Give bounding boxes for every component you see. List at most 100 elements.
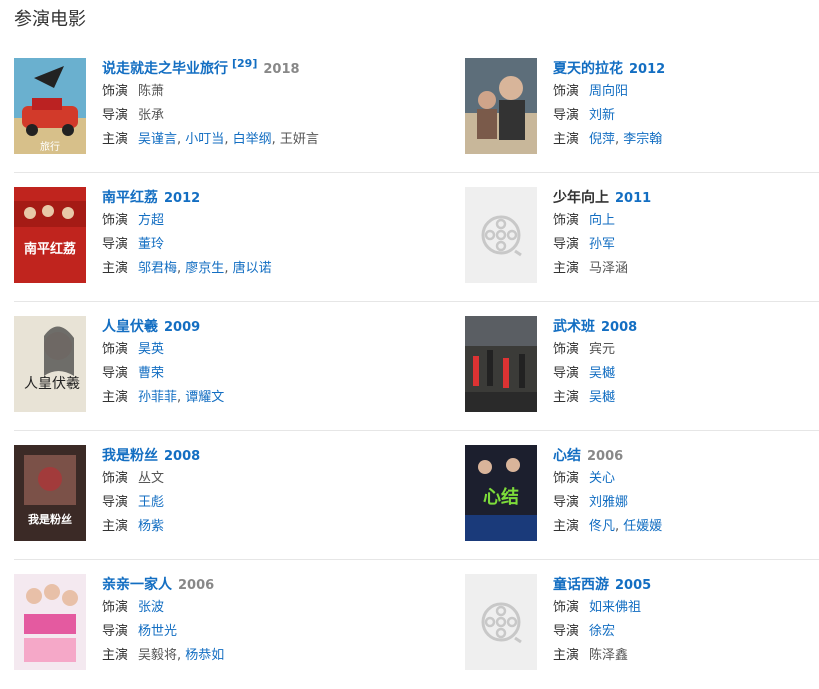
film-year[interactable]: 2008 [164, 449, 200, 464]
stars-value[interactable]: 杨恭如 [185, 648, 224, 663]
stars: 主演 马泽涵 [553, 257, 819, 281]
film-title[interactable]: 亲亲一家人 [102, 577, 172, 593]
film-title-line: 童话西游 2005 [553, 574, 819, 596]
stars-value[interactable]: 李宗翰 [623, 132, 662, 147]
role-value[interactable]: 周向阳 [589, 84, 628, 99]
director-value[interactable]: 刘新 [589, 108, 615, 123]
stars-value[interactable]: 廖京生 [185, 261, 224, 276]
stars-value[interactable]: 吴樾 [589, 390, 615, 405]
film-card: 我是粉丝 我是粉丝 2008 饰演 丛文 导演 王彪 主演 杨紫 [14, 445, 394, 545]
film-info: 夏天的拉花 2012 饰演 周向阳 导演 刘新 主演 倪萍, 李宗翰 [553, 58, 819, 152]
stars-value[interactable]: 小叮当 [185, 132, 224, 147]
role-value[interactable]: 张波 [138, 600, 164, 615]
film-title[interactable]: 童话西游 [553, 577, 609, 593]
stars-value[interactable]: 邬君梅 [138, 261, 177, 276]
stars-value[interactable]: 孙菲菲 [138, 390, 177, 405]
film-year[interactable]: 2008 [601, 320, 637, 335]
film-year[interactable]: 2012 [629, 62, 665, 77]
role-label: 饰演 [553, 342, 580, 357]
film-title-line: 亲亲一家人 2006 [102, 574, 394, 596]
film-year[interactable]: 2009 [164, 320, 200, 335]
stars-value[interactable]: 唐以诺 [233, 261, 272, 276]
director-label: 导演 [553, 495, 580, 510]
director-label: 导演 [102, 366, 129, 381]
role-label: 饰演 [553, 600, 580, 615]
stars-value[interactable]: 杨紫 [138, 519, 164, 534]
film-poster[interactable]: 我是粉丝 [14, 445, 86, 541]
director-label: 导演 [553, 624, 580, 639]
director-label: 导演 [553, 108, 580, 123]
film-card: 夏天的拉花 2012 饰演 周向阳 导演 刘新 主演 倪萍, 李宗翰 [465, 58, 819, 158]
stars: 主演 陈泽鑫 [553, 644, 819, 668]
film-year: 2006 [587, 449, 624, 464]
director-value[interactable]: 董玲 [138, 237, 164, 252]
role-value[interactable]: 方超 [138, 213, 164, 228]
director-value[interactable]: 曹荣 [138, 366, 164, 381]
stars-value[interactable]: 任媛媛 [623, 519, 662, 534]
director: 导演 刘新 [553, 104, 819, 128]
director-value: 张承 [138, 108, 165, 123]
film-poster[interactable]: 南平红荔 [14, 187, 86, 283]
stars-value[interactable]: 谭耀文 [185, 390, 224, 405]
stars-value[interactable]: 佟凡 [589, 519, 615, 534]
film-poster[interactable] [465, 58, 537, 154]
film-year: 2018 [263, 62, 300, 77]
role-value[interactable]: 关心 [589, 471, 615, 486]
film-title[interactable]: 武术班 [553, 319, 595, 335]
director-value[interactable]: 王彪 [138, 495, 164, 510]
director-label: 导演 [553, 366, 580, 381]
film-poster-placeholder[interactable] [465, 574, 537, 670]
film-poster[interactable]: 旅行 [14, 58, 86, 154]
film-year[interactable]: 2005 [615, 578, 651, 593]
role-value[interactable]: 向上 [589, 213, 615, 228]
director-value[interactable]: 杨世光 [138, 624, 177, 639]
director: 导演 吴樾 [553, 362, 819, 386]
film-year[interactable]: 2011 [615, 191, 651, 206]
film-title[interactable]: 南平红荔 [102, 190, 158, 206]
film-title[interactable]: 夏天的拉花 [553, 61, 623, 77]
film-title-line: 说走就走之毕业旅行 [29] 2018 [102, 57, 394, 80]
stars: 主演 孙菲菲, 谭耀文 [102, 390, 225, 405]
film-poster[interactable]: 心结 [465, 445, 537, 541]
stars-value[interactable]: 白举纲 [233, 132, 272, 147]
director-value[interactable]: 孙军 [589, 237, 615, 252]
director-value[interactable]: 吴樾 [589, 366, 615, 381]
film-title[interactable]: 我是粉丝 [102, 448, 158, 464]
role-label: 饰演 [102, 600, 129, 615]
film-title[interactable]: 心结 [553, 448, 581, 464]
film-reel-icon [481, 215, 522, 257]
stars: 主演 杨紫 [102, 515, 394, 539]
film-card: 童话西游 2005 饰演 如来佛祖 导演 徐宏 主演 陈泽鑫 [465, 574, 819, 674]
director-value[interactable]: 刘雅娜 [589, 495, 628, 510]
director: 导演 曹荣 [102, 362, 394, 386]
role: 饰演 张波 [102, 596, 394, 620]
film-year[interactable]: 2012 [164, 191, 200, 206]
film-info: 说走就走之毕业旅行 [29] 2018 饰演 陈萧 导演 张承 主演 吴谨言, 小叮当, 白举纲… [102, 57, 394, 152]
stars-label: 主演 [553, 261, 580, 276]
film-title: 少年向上 [553, 190, 609, 206]
stars: 主演 吴谨言, 小叮当, 白举纲, 王妍言 [102, 132, 319, 147]
stars-label: 主演 [102, 132, 129, 147]
citation-link[interactable]: [29] [232, 57, 257, 70]
director-value[interactable]: 徐宏 [589, 624, 615, 639]
film-title-line: 心结 2006 [553, 445, 819, 467]
poster-text: 我是粉丝 [28, 512, 72, 526]
film-poster[interactable] [465, 316, 537, 412]
film-poster-placeholder[interactable] [465, 187, 537, 283]
role-value[interactable]: 如来佛祖 [589, 600, 641, 615]
stars-label: 主演 [553, 132, 580, 147]
stars-value[interactable]: 吴谨言 [138, 132, 177, 147]
film-title[interactable]: 人皇伏羲 [102, 319, 158, 335]
role: 饰演 方超 [102, 209, 394, 233]
stars-value[interactable]: 倪萍 [589, 132, 615, 147]
film-title[interactable]: 说走就走之毕业旅行 [102, 61, 228, 77]
film-poster[interactable] [14, 574, 86, 670]
role: 饰演 关心 [553, 467, 819, 491]
role-value[interactable]: 昊英 [138, 342, 164, 357]
director: 导演 徐宏 [553, 620, 819, 644]
film-grid: 旅行 说走就走之毕业旅行 [29] 2018 饰演 陈萧导演 张承主演 吴谨言, 小叮当, 白… [14, 44, 819, 689]
role: 饰演 陈萧 [102, 80, 394, 104]
film-card: 人皇伏羲 人皇伏羲 2009 饰演 昊英 导演 曹荣 主演 孙菲菲, 谭耀文 [14, 316, 394, 416]
film-poster[interactable]: 人皇伏羲 [14, 316, 86, 412]
film-info: 童话西游 2005 饰演 如来佛祖 导演 徐宏 主演 陈泽鑫 [553, 574, 819, 668]
